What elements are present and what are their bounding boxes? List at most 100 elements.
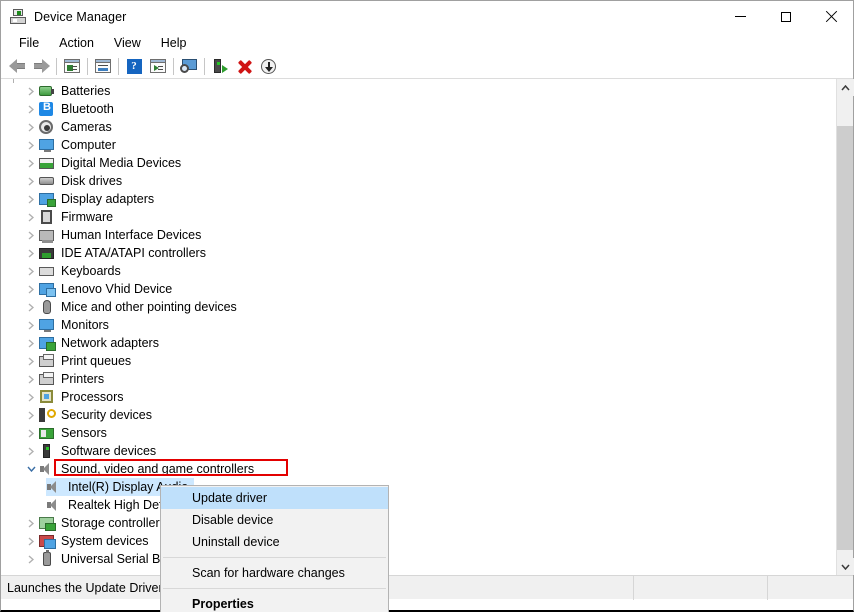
chevron-right-icon[interactable] [23, 370, 39, 388]
print-queue-icon [39, 353, 55, 369]
tree-item[interactable]: Keyboards [1, 262, 836, 280]
help-button[interactable]: ? [122, 55, 146, 77]
scan-for-hardware-changes-button[interactable] [177, 55, 201, 77]
chevron-right-icon[interactable] [23, 172, 39, 190]
tree-item-label: Printers [61, 372, 105, 386]
tree-item[interactable]: Human Interface Devices [1, 226, 836, 244]
mouse-icon [39, 299, 55, 315]
chevron-right-icon[interactable] [23, 136, 39, 154]
tree-item[interactable]: Intel(R) Display Audio [1, 478, 836, 496]
toolbar-separator-2 [87, 57, 88, 75]
close-button[interactable] [808, 1, 853, 32]
context-menu-item[interactable]: Properties [161, 593, 388, 612]
tree-item[interactable]: Printers [1, 370, 836, 388]
forward-arrow-icon [33, 59, 50, 73]
tree-item[interactable]: Processors [1, 388, 836, 406]
tree-item[interactable]: Cameras [1, 118, 836, 136]
chevron-right-icon[interactable] [23, 100, 39, 118]
disable-device-button[interactable] [256, 55, 280, 77]
menu-file[interactable]: File [9, 34, 49, 52]
chevron-right-icon[interactable] [23, 532, 39, 550]
chevron-right-icon[interactable] [23, 226, 39, 244]
chevron-right-icon[interactable] [23, 154, 39, 172]
menu-action[interactable]: Action [49, 34, 104, 52]
tree-item[interactable]: Lenovo Vhid Device [1, 280, 836, 298]
tree-item[interactable]: Display adapters [1, 190, 836, 208]
context-menu-item[interactable]: Scan for hardware changes [161, 562, 388, 584]
menu-help[interactable]: Help [151, 34, 197, 52]
back-button[interactable] [5, 55, 29, 77]
chevron-right-icon[interactable] [23, 118, 39, 136]
tree-item[interactable]: Security devices [1, 406, 836, 424]
tree-item[interactable]: Computer [1, 136, 836, 154]
chevron-right-icon[interactable] [23, 298, 39, 316]
chevron-right-icon[interactable] [23, 442, 39, 460]
chevron-right-icon[interactable] [23, 352, 39, 370]
chevron-right-icon[interactable] [23, 208, 39, 226]
tree-item[interactable]: Software devices [1, 442, 836, 460]
chevron-right-icon[interactable] [23, 82, 39, 100]
tree-item[interactable]: System devices [1, 532, 836, 550]
security-device-icon [39, 407, 56, 423]
tree-item[interactable]: Monitors [1, 316, 836, 334]
toolbar-separator-3 [118, 57, 119, 75]
scrollbar-down-button[interactable] [837, 558, 854, 575]
tree-item-label: Display adapters [61, 192, 155, 206]
chevron-right-icon[interactable] [23, 388, 39, 406]
chevron-right-icon[interactable] [23, 406, 39, 424]
context-menu-item[interactable]: Disable device [161, 509, 388, 531]
minimize-button[interactable] [718, 1, 763, 32]
tree-item[interactable]: Network adapters [1, 334, 836, 352]
show-hidden-devices-button[interactable] [60, 55, 84, 77]
chevron-right-icon[interactable] [23, 424, 39, 442]
menu-view[interactable]: View [104, 34, 151, 52]
maximize-button[interactable] [763, 1, 808, 32]
tree-item[interactable]: Bluetooth [1, 100, 836, 118]
tree-item[interactable]: Batteries [1, 82, 836, 100]
tree-item-label: Security devices [61, 408, 153, 422]
chevron-right-icon[interactable] [23, 316, 39, 334]
tree-item[interactable]: Storage controllers [1, 514, 836, 532]
battery-icon [39, 83, 55, 99]
vertical-scrollbar[interactable] [836, 79, 854, 575]
tree-item[interactable]: Realtek High Definition Audio [1, 496, 836, 514]
play-view-button[interactable] [146, 55, 170, 77]
tree-item-label: Processors [61, 390, 124, 404]
chevron-right-icon[interactable] [23, 262, 39, 280]
tree-item[interactable]: Sound, video and game controllers [1, 460, 836, 478]
tree-item[interactable]: Firmware [1, 208, 836, 226]
context-menu-item[interactable]: Update driver [161, 487, 388, 509]
tree-item[interactable]: Digital Media Devices [1, 154, 836, 172]
back-arrow-icon [8, 59, 26, 73]
chevron-right-icon[interactable] [23, 334, 39, 352]
scrollbar-thumb[interactable] [837, 126, 853, 550]
chevron-down-icon[interactable] [23, 460, 39, 478]
display-adapter-icon [39, 191, 56, 207]
tree-item[interactable]: Universal Serial Bus controllers [1, 550, 836, 568]
device-tree[interactable]: Batteries Bluetooth Cameras Computer Digital… [1, 79, 836, 575]
tree-item[interactable]: Print queues [1, 352, 836, 370]
lenovo-vhid-icon [39, 281, 56, 297]
tree-item-label: Batteries [61, 84, 111, 98]
properties-button[interactable] [91, 55, 115, 77]
tree-item[interactable]: Sensors [1, 424, 836, 442]
chevron-right-icon[interactable] [23, 550, 39, 568]
sound-controller-icon [39, 461, 55, 477]
chevron-right-icon[interactable] [23, 280, 39, 298]
play-view-icon [150, 59, 166, 73]
context-menu-item[interactable]: Uninstall device [161, 531, 388, 553]
tree-item[interactable]: Mice and other pointing devices [1, 298, 836, 316]
tree-item[interactable]: Disk drives [1, 172, 836, 190]
uninstall-device-button[interactable] [232, 55, 256, 77]
chevron-right-icon[interactable] [23, 514, 39, 532]
scrollbar-track[interactable] [837, 96, 853, 558]
tree-item[interactable]: IDE ATA/ATAPI controllers [1, 244, 836, 262]
scrollbar-up-button[interactable] [837, 79, 854, 96]
tree-item-label: Firmware [61, 210, 114, 224]
chevron-right-icon[interactable] [23, 190, 39, 208]
context-menu[interactable]: Update driver Disable device Uninstall dev… [160, 485, 389, 612]
usb-controller-icon [39, 550, 55, 567]
chevron-right-icon[interactable] [23, 244, 39, 262]
update-driver-button[interactable] [208, 55, 232, 77]
forward-button[interactable] [29, 55, 53, 77]
